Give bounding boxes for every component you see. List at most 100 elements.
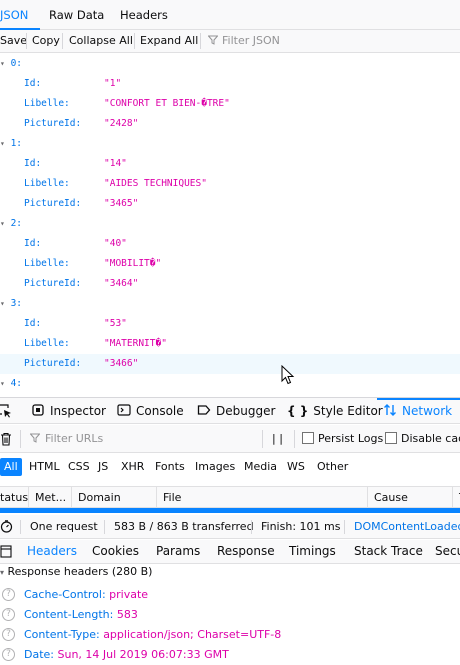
response-header-row: ? Content-Length: 583 <box>0 605 460 625</box>
column-type[interactable]: T <box>452 487 460 508</box>
toolbar-divider <box>262 430 263 448</box>
json-filter-input[interactable]: Filter JSON <box>207 31 280 51</box>
braces-icon: { } <box>287 404 309 418</box>
disable-cache-checkbox[interactable]: Disable cac <box>385 429 460 449</box>
filter-icon <box>207 35 219 45</box>
tab-raw-data[interactable]: Raw Data <box>37 0 116 30</box>
json-field-row: Libelle: "MATERNIT�" <box>0 334 460 354</box>
collapse-arrow-icon[interactable]: ▾ <box>0 568 4 577</box>
column-cause[interactable]: Cause <box>367 487 452 508</box>
json-key: PictureId: <box>24 118 82 129</box>
tab-inspector[interactable]: Inspector <box>31 398 106 424</box>
filter-other[interactable]: Other <box>313 458 352 476</box>
json-key: Id: <box>24 318 42 329</box>
json-key: PictureId: <box>24 278 82 289</box>
tab-security[interactable]: Secu <box>435 540 460 563</box>
json-array-item[interactable]: ▾ 4: <box>0 374 460 394</box>
disable-cache-box[interactable] <box>385 432 397 444</box>
persist-logs-box[interactable] <box>302 432 314 444</box>
json-array-item[interactable]: ▾ 0: <box>0 54 460 74</box>
tab-console-label: Console <box>136 404 184 418</box>
json-field-row: Id: "14" <box>0 154 460 174</box>
help-icon[interactable]: ? <box>2 608 15 621</box>
column-method[interactable]: Met... <box>28 487 71 508</box>
collapse-arrow-icon[interactable]: ▾ <box>0 139 5 148</box>
json-value: "3466" <box>104 358 139 369</box>
tab-headers[interactable]: Headers <box>108 0 180 30</box>
json-key: Libelle: <box>24 338 70 349</box>
persist-logs-checkbox[interactable]: Persist Logs <box>302 429 383 449</box>
header-name: Date: <box>24 648 54 661</box>
filter-xhr[interactable]: XHR <box>117 458 148 476</box>
filter-fonts[interactable]: Fonts <box>151 458 189 476</box>
filter-media[interactable]: Media <box>240 458 281 476</box>
element-picker-icon[interactable] <box>0 404 12 418</box>
json-field-row: Libelle: "CONFORT ET BIEN-�TRE" <box>0 94 460 114</box>
filter-css[interactable]: CSS <box>64 458 94 476</box>
column-domain[interactable]: Domain <box>71 487 157 508</box>
tab-debugger[interactable]: Debugger <box>197 398 275 424</box>
tab-debugger-label: Debugger <box>216 404 276 418</box>
json-array-item[interactable]: ▾ 1: <box>0 134 460 154</box>
help-icon[interactable]: ? <box>2 628 15 641</box>
url-filter-input[interactable]: Filter URLs <box>29 429 104 449</box>
trash-icon[interactable] <box>0 432 12 446</box>
filter-js[interactable]: JS <box>94 458 112 476</box>
json-value: "3464" <box>104 278 139 289</box>
json-value: "2428" <box>104 118 139 129</box>
pause-button[interactable]: | | <box>272 429 283 449</box>
column-file[interactable]: File <box>156 487 367 508</box>
collapse-arrow-icon[interactable]: ▾ <box>0 219 5 228</box>
filter-html[interactable]: HTML <box>25 458 64 476</box>
toolbar-divider <box>134 33 135 49</box>
json-field-row: Libelle: "AIDES TECHNIQUES" <box>0 174 460 194</box>
request-details-tabs: Headers Cookies Params Response Timings … <box>0 540 460 564</box>
tab-style-editor[interactable]: { } Style Editor <box>287 398 383 424</box>
tab-response[interactable]: Response <box>217 540 275 563</box>
header-name: Content-Type: <box>24 628 100 641</box>
collapse-arrow-icon[interactable]: ▾ <box>0 299 5 308</box>
summary-divider <box>251 520 252 534</box>
json-value: "3465" <box>104 198 139 209</box>
collapse-all-button[interactable]: Collapse All <box>65 31 137 51</box>
expand-all-button[interactable]: Expand All <box>136 31 202 51</box>
header-name: Cache-Control: <box>24 588 106 601</box>
copy-button[interactable]: Copy <box>28 31 64 51</box>
json-index: 3: <box>10 298 23 309</box>
stopwatch-icon[interactable] <box>0 520 13 533</box>
tab-timings[interactable]: Timings <box>289 540 336 563</box>
tab-network-label: Network <box>402 404 453 418</box>
json-array-item[interactable]: ▾ 3: <box>0 294 460 314</box>
selected-request-row[interactable] <box>0 508 460 513</box>
request-table-header: tatus Met... Domain File Cause T <box>0 486 460 508</box>
filter-ws[interactable]: WS <box>283 458 309 476</box>
json-index: 4: <box>10 378 23 389</box>
tab-headers-detail[interactable]: Headers <box>27 540 77 563</box>
tab-params[interactable]: Params <box>156 540 200 563</box>
tab-json[interactable]: JSON <box>0 0 41 30</box>
json-filter-placeholder: Filter JSON <box>222 34 280 47</box>
tab-console[interactable]: Console <box>117 398 184 424</box>
console-icon <box>117 404 131 416</box>
json-value: "40" <box>104 238 127 249</box>
json-value: "53" <box>104 318 127 329</box>
filter-all[interactable]: All <box>0 458 22 476</box>
json-array-item[interactable]: ▾ 2: <box>0 214 460 234</box>
help-icon[interactable]: ? <box>2 588 15 601</box>
response-headers-toggle[interactable]: ▾ Response headers (280 B) <box>0 563 152 581</box>
devtools-tabbar: Inspector Console Debugger { } Style Edit… <box>0 397 460 424</box>
tab-cookies[interactable]: Cookies <box>92 540 139 563</box>
url-filter-placeholder: Filter URLs <box>45 432 104 445</box>
json-field-row: Id: "53" <box>0 314 460 334</box>
tab-network[interactable]: Network <box>377 398 460 424</box>
collapse-arrow-icon[interactable]: ▾ <box>0 59 5 68</box>
toggle-panel-icon[interactable] <box>0 545 12 558</box>
collapse-arrow-icon[interactable]: ▾ <box>0 379 5 388</box>
debugger-icon <box>197 405 211 415</box>
filter-images[interactable]: Images <box>191 458 239 476</box>
summary-divider <box>20 520 21 534</box>
network-icon <box>384 404 396 416</box>
help-icon[interactable]: ? <box>2 648 15 661</box>
tab-stack-trace[interactable]: Stack Trace <box>354 540 423 563</box>
response-header-row: ? Date: Sun, 14 Jul 2019 06:07:33 GMT <box>0 645 460 665</box>
